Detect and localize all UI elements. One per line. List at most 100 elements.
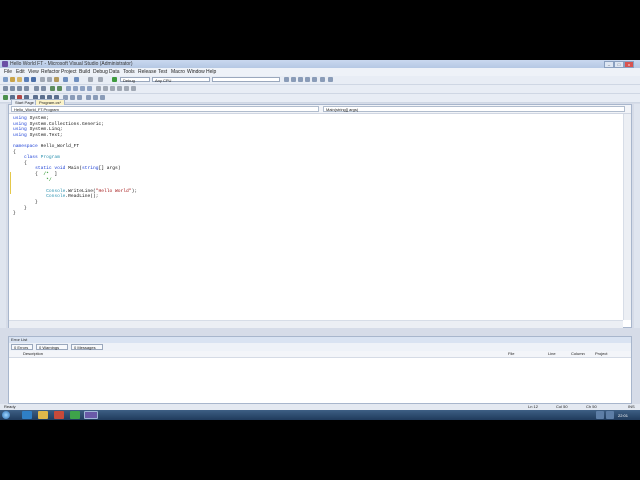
code-editor-window: Start Page Program.cs* Hello_World_FT.Pr… [8, 99, 632, 328]
increase-indent-icon[interactable] [41, 86, 46, 91]
object-browser-icon[interactable] [305, 77, 310, 82]
menu-file[interactable]: File [4, 69, 12, 75]
media-player-icon[interactable] [54, 411, 64, 419]
solution-platform-combo[interactable]: Any CPU [152, 77, 210, 83]
undo-icon[interactable] [63, 77, 68, 82]
next-bookmark-icon[interactable] [80, 86, 85, 91]
breakpoints-window-icon[interactable] [70, 95, 75, 100]
messages-filter-button[interactable]: 0 Messages [71, 344, 103, 350]
start-button[interactable] [2, 411, 10, 419]
new-project-icon[interactable] [3, 77, 8, 82]
solution-configuration-combo[interactable]: Debug [120, 77, 150, 83]
navigate-back-icon[interactable] [88, 77, 93, 82]
column-project[interactable]: Project [595, 351, 607, 357]
windows-taskbar: 22:01 [0, 410, 640, 420]
code-editor[interactable]: using System; using System.Collections.G… [9, 114, 623, 320]
menu-refactor[interactable]: Refactor [41, 69, 60, 75]
text-editor-more-icon[interactable] [117, 86, 122, 91]
previous-bookmark-icon[interactable] [73, 86, 78, 91]
menu-build[interactable]: Build [79, 69, 90, 75]
error-list-header: Description File Line Column Project [9, 351, 631, 358]
find-combo[interactable] [212, 77, 280, 82]
debug-windows-icon[interactable] [100, 95, 105, 100]
paste-icon[interactable] [54, 77, 59, 82]
code-line: using System.Text; [13, 132, 63, 138]
save-icon[interactable] [24, 77, 29, 82]
decrease-indent-icon[interactable] [34, 86, 39, 91]
internet-explorer-icon[interactable] [22, 411, 32, 419]
volume-icon[interactable] [606, 411, 614, 419]
vertical-scrollbar[interactable] [623, 114, 631, 320]
toggle-bookmark-icon[interactable] [66, 86, 71, 91]
maximize-button[interactable]: □ [614, 61, 624, 68]
menu-project[interactable]: Project [61, 69, 77, 75]
start-page-icon[interactable] [320, 77, 325, 82]
title-bar: Hello World FT - Microsoft Visual Studio… [0, 60, 640, 68]
menu-test[interactable]: Test [158, 69, 167, 75]
menu-view[interactable]: View [28, 69, 39, 75]
cut-icon[interactable] [40, 77, 45, 82]
parameter-info-icon[interactable] [10, 86, 15, 91]
continue-icon[interactable] [3, 95, 8, 100]
menu-edit[interactable]: Edit [16, 69, 25, 75]
toolbox-autohide-strip[interactable] [0, 104, 6, 328]
toolbox-icon[interactable] [312, 77, 317, 82]
clock[interactable]: 22:01 [618, 413, 628, 418]
save-all-icon[interactable] [31, 77, 36, 82]
menu-macro[interactable]: Macro [171, 69, 185, 75]
warnings-filter-button[interactable]: 0 Warnings [36, 344, 68, 350]
clear-bookmarks-icon[interactable] [87, 86, 92, 91]
errors-filter-button[interactable]: 0 Errors [11, 344, 33, 350]
menu-help[interactable]: Help [206, 69, 216, 75]
uncomment-icon[interactable] [57, 86, 62, 91]
visual-studio-taskbar-button[interactable] [84, 411, 98, 419]
text-editor-more-icon[interactable] [96, 86, 101, 91]
window-title: Hello World FT - Microsoft Visual Studio… [10, 61, 133, 67]
code-line: */ [13, 177, 52, 183]
text-editor-more-icon[interactable] [131, 86, 136, 91]
text-editor-more-icon[interactable] [103, 86, 108, 91]
find-in-files-icon[interactable] [284, 77, 289, 82]
comment-out-icon[interactable] [50, 86, 55, 91]
redo-icon[interactable] [74, 77, 79, 82]
toolbar-options-icon[interactable] [328, 77, 333, 82]
file-explorer-icon[interactable] [38, 411, 48, 419]
output-window-icon[interactable] [77, 95, 82, 100]
standard-toolbar: Debug Any CPU [0, 76, 640, 85]
column-file[interactable]: File [508, 351, 514, 357]
display-members-icon[interactable] [3, 86, 8, 91]
navigation-bar: Hello_World_FT.Program Main(string[] arg… [9, 105, 631, 114]
text-editor-more-icon[interactable] [124, 86, 129, 91]
text-editor-more-icon[interactable] [110, 86, 115, 91]
solution-explorer-icon[interactable] [291, 77, 296, 82]
class-combo[interactable]: Hello_World_FT.Program [11, 106, 319, 112]
error-list-filters: 0 Errors 0 Warnings 0 Messages [9, 343, 631, 351]
start-debugging-icon[interactable] [112, 77, 117, 82]
browser-icon[interactable] [70, 411, 80, 419]
quick-info-icon[interactable] [17, 86, 22, 91]
open-file-icon[interactable] [17, 77, 22, 82]
close-button[interactable]: x [624, 61, 634, 68]
menu-tools[interactable]: Tools [123, 69, 135, 75]
tray-icon[interactable] [596, 411, 604, 419]
column-description[interactable]: Description [23, 351, 43, 357]
solution-explorer-autohide-strip[interactable] [634, 104, 640, 328]
copy-icon[interactable] [47, 77, 52, 82]
column-line[interactable]: Line [548, 351, 556, 357]
debug-windows-icon[interactable] [93, 95, 98, 100]
debug-windows-icon[interactable] [86, 95, 91, 100]
debug-toolbar [0, 94, 640, 103]
menu-debug[interactable]: Debug [93, 69, 108, 75]
properties-window-icon[interactable] [298, 77, 303, 82]
menu-window[interactable]: Window [187, 69, 205, 75]
add-item-icon[interactable] [10, 77, 15, 82]
navigate-forward-icon[interactable] [98, 77, 103, 82]
complete-word-icon[interactable] [24, 86, 29, 91]
minimize-button[interactable]: – [604, 61, 614, 68]
change-tracking-bar [10, 172, 11, 194]
column-column[interactable]: Column [571, 351, 585, 357]
member-combo[interactable]: Main(string[] args) [323, 106, 625, 112]
menu-release[interactable]: Release [138, 69, 156, 75]
menu-data[interactable]: Data [109, 69, 120, 75]
horizontal-scrollbar[interactable] [9, 320, 623, 328]
